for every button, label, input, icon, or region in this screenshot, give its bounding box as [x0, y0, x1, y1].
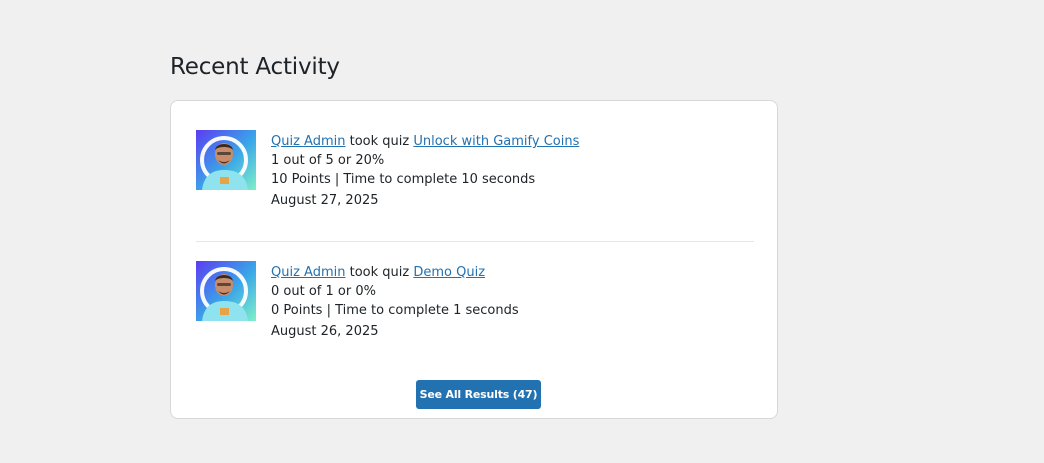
- activity-date: August 27, 2025: [271, 193, 379, 208]
- avatar: [196, 261, 256, 321]
- activity-verb: took quiz: [349, 134, 410, 149]
- activity-points: 10 Points | Time to complete 10 seconds: [271, 172, 536, 187]
- activity-score: 0 out of 1 or 0%: [271, 284, 376, 299]
- recent-activity-card: Quiz Admin took quiz Unlock with Gamify …: [170, 100, 778, 419]
- activity-headline: Quiz Admin took quiz Demo Quiz: [271, 263, 519, 282]
- user-avatar-icon: [196, 261, 256, 321]
- user-avatar-icon: [196, 130, 256, 190]
- user-link[interactable]: Quiz Admin: [271, 265, 345, 280]
- activity-date: August 26, 2025: [271, 324, 379, 339]
- see-all-results-button[interactable]: See All Results (47): [416, 380, 541, 409]
- activity-headline: Quiz Admin took quiz Unlock with Gamify …: [271, 132, 579, 151]
- divider: [196, 241, 754, 242]
- user-link[interactable]: Quiz Admin: [271, 134, 345, 149]
- activity-text: Quiz Admin took quiz Demo Quiz 0 out of …: [271, 263, 519, 341]
- activity-verb: took quiz: [349, 265, 410, 280]
- quiz-link[interactable]: Demo Quiz: [413, 265, 485, 280]
- activity-points: 0 Points | Time to complete 1 seconds: [271, 303, 519, 318]
- section-title: Recent Activity: [170, 54, 340, 80]
- activity-score: 1 out of 5 or 20%: [271, 153, 385, 168]
- avatar: [196, 130, 256, 190]
- quiz-link[interactable]: Unlock with Gamify Coins: [413, 134, 579, 149]
- activity-text: Quiz Admin took quiz Unlock with Gamify …: [271, 132, 579, 210]
